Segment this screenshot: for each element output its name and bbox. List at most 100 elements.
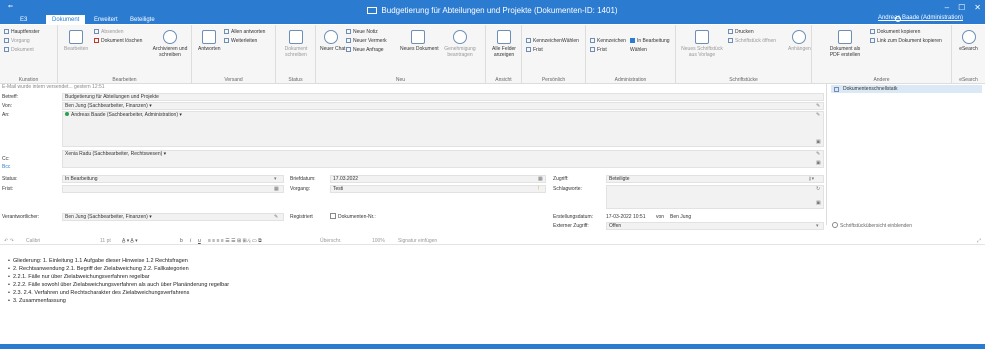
- signature-button[interactable]: Signatur einfügen: [398, 238, 437, 244]
- kennzeichen-persoenlich[interactable]: Kennzeichen: [526, 38, 562, 44]
- list-item: 2.2.1. Fälle nur über Zielabweichungsver…: [8, 274, 150, 280]
- schriftstueck-toggle[interactable]: Schriftstückübersicht einblenden: [832, 222, 912, 229]
- neuer-chat-button[interactable]: Neuer Chat: [320, 30, 346, 52]
- weiterleiten-button[interactable]: Weiterleiten: [224, 38, 257, 44]
- address-book-icon[interactable]: ✎: [816, 103, 820, 109]
- esearch-button[interactable]: eSearch: [956, 30, 981, 52]
- schriftstueck-vorlage-button[interactable]: Neues Schriftstück aus Vorlage: [680, 30, 724, 58]
- anhaengen-button[interactable]: Anhängen: [788, 30, 811, 52]
- vorgang-button[interactable]: Vorgang: [4, 38, 30, 44]
- bcc-link[interactable]: Bcc: [2, 164, 10, 170]
- frist-field[interactable]: [62, 185, 284, 193]
- link-kopieren-button[interactable]: Link zum Dokument kopieren: [870, 38, 942, 44]
- tab-e3[interactable]: E3: [14, 15, 33, 25]
- dokumenten-nr-checkbox[interactable]: Dokumenten-Nr.:: [330, 213, 376, 220]
- chevron-down-icon[interactable]: ▾: [274, 176, 277, 182]
- address-book-icon[interactable]: ✎: [816, 112, 820, 118]
- dokument-kopieren-button[interactable]: Dokument kopieren: [870, 29, 920, 35]
- briefdatum-field[interactable]: 17.03.2022: [330, 175, 546, 183]
- underline-icon[interactable]: u: [198, 238, 201, 244]
- expand-icon[interactable]: ▣: [816, 160, 821, 166]
- betreff-field[interactable]: Budgetierung für Abteilungen und Projekt…: [62, 93, 824, 101]
- clock-icon: [526, 47, 531, 52]
- italic-icon[interactable]: i: [190, 238, 191, 244]
- font-size-select[interactable]: 11 pt: [100, 238, 111, 244]
- undo-icon[interactable]: ↶ ↷: [4, 238, 14, 244]
- align-icons[interactable]: ≡ ≡ ≡ ≡ ☰ ☰ ⊞ ⊞ ∕ₓ ▭ ⧉: [208, 238, 262, 244]
- neuer-vermerk-button[interactable]: Neuer Vermerk: [346, 38, 387, 44]
- in-bearbeitung-admin[interactable]: In Bearbeitung: [630, 38, 670, 44]
- tab-erweitert[interactable]: Erweitert: [88, 15, 124, 25]
- archivieren-button[interactable]: Archivieren und schreiben: [152, 30, 188, 58]
- antworten-button[interactable]: Antworten: [198, 30, 221, 52]
- vorgang-field[interactable]: Testi: [330, 185, 546, 193]
- schlagworte-field[interactable]: [606, 185, 824, 209]
- bearbeiten-button[interactable]: Bearbeiten: [64, 30, 88, 52]
- message-body[interactable]: Gliederung: 1. Einleitung 1.1 Aufgabe di…: [0, 248, 985, 342]
- pdf-erstellen-button[interactable]: Dokument als PDF erstellen: [826, 30, 864, 58]
- key-icon[interactable]: ⚷▾: [808, 176, 814, 182]
- kennzeichen-admin[interactable]: Kennzeichen: [590, 38, 626, 44]
- von-field[interactable]: Ben Jung (Sachbearbeiter, Finanzen) ▾: [62, 102, 824, 110]
- neue-anfrage-button[interactable]: Neue Anfrage: [346, 47, 384, 53]
- link-icon: [870, 38, 875, 43]
- erstellungsdatum-value: 17-03-2022 10:51: [606, 214, 646, 220]
- zugriff-label: Zugriff:: [553, 176, 569, 182]
- home-icon: [4, 29, 9, 34]
- tab-dokument[interactable]: Dokument: [46, 15, 86, 25]
- neues-dokument-button[interactable]: Neues Dokument: [400, 30, 439, 52]
- verantwortlicher-field[interactable]: Ben Jung (Sachbearbeiter, Finanzen) ▾: [62, 213, 284, 221]
- tab-beteiligte[interactable]: Beteiligte: [124, 15, 161, 25]
- dokument-loeschen-button[interactable]: Dokument löschen: [94, 38, 142, 44]
- window-controls: ‒ ☐ ✕: [936, 3, 981, 12]
- font-select[interactable]: Calibri: [26, 238, 40, 244]
- status-select[interactable]: In Bearbeitung: [62, 175, 284, 183]
- zugriff-field[interactable]: Beteiligte: [606, 175, 824, 183]
- calendar-icon[interactable]: ▦: [538, 176, 543, 182]
- group-label: Kunstion: [18, 77, 39, 83]
- expand-editor-icon[interactable]: ⤢: [977, 238, 981, 244]
- frist-admin[interactable]: Frist: [590, 47, 607, 53]
- absenden-button[interactable]: Absenden: [94, 29, 124, 35]
- externer-zugriff-select[interactable]: Offen: [606, 222, 824, 230]
- minimize-button[interactable]: ‒: [945, 3, 949, 12]
- maximize-button[interactable]: ☐: [958, 3, 965, 12]
- alle-felder-button[interactable]: Alle Felder anzeigen: [489, 30, 519, 58]
- side-pane-item[interactable]: Dokumentenschnellstatk: [831, 85, 982, 93]
- hauptfenster-button[interactable]: Hauptfenster: [4, 29, 40, 35]
- drucken-button[interactable]: Drucken: [728, 29, 754, 35]
- folder-icon: [4, 38, 9, 43]
- group-label: Andere: [873, 77, 890, 83]
- address-book-icon[interactable]: ✎: [274, 214, 278, 220]
- bold-icon[interactable]: b: [180, 238, 183, 244]
- allen-antworten-button[interactable]: Allen antworten: [224, 29, 265, 35]
- warning-icon: !: [538, 186, 540, 192]
- mail-icon: [367, 7, 378, 14]
- close-button[interactable]: ✕: [974, 3, 981, 12]
- edit-icon: [69, 30, 83, 44]
- genehmigung-button[interactable]: Genehmigung beantragen: [438, 30, 482, 58]
- style-select[interactable]: Überschr.: [320, 238, 341, 244]
- chevron-down-icon[interactable]: ▾: [816, 223, 819, 229]
- text-color-icon[interactable]: A̲ ▾ A̲ ▾: [122, 238, 138, 244]
- expand-icon[interactable]: ▣: [816, 200, 821, 206]
- group-status: Dokument schreiben Status: [276, 25, 316, 84]
- an-field[interactable]: Andreas Baade (Sachbearbeiter, Administr…: [62, 111, 824, 147]
- refresh-icon[interactable]: ↻: [816, 186, 820, 192]
- waehlen-persoenlich[interactable]: Wählen: [562, 38, 579, 44]
- frist-persoenlich[interactable]: Frist: [526, 47, 543, 53]
- neue-notiz-button[interactable]: Neue Notiz: [346, 29, 378, 35]
- dokument-button[interactable]: Dokument: [4, 47, 34, 53]
- calendar-icon[interactable]: ▦: [274, 186, 279, 192]
- list-item: Gliederung: 1. Einleitung 1.1 Aufgabe di…: [8, 258, 188, 264]
- user-account-link[interactable]: Andreas Baade (Administration): [878, 15, 963, 21]
- waehlen-admin[interactable]: Wählen: [630, 47, 647, 53]
- group-label: Persönlich: [541, 77, 566, 83]
- flag-icon: [526, 38, 531, 43]
- schriftstueck-oeffnen-button[interactable]: Schriftstück öffnen: [728, 38, 776, 44]
- address-book-icon[interactable]: ✎: [816, 151, 820, 157]
- zoom-select[interactable]: 100%: [372, 238, 385, 244]
- cc-field[interactable]: Xenia Radu (Sachbearbeiter, Rechtswesen)…: [62, 150, 824, 168]
- dokument-schreiben-button[interactable]: Dokument schreiben: [280, 30, 312, 58]
- expand-icon[interactable]: ▣: [816, 139, 821, 145]
